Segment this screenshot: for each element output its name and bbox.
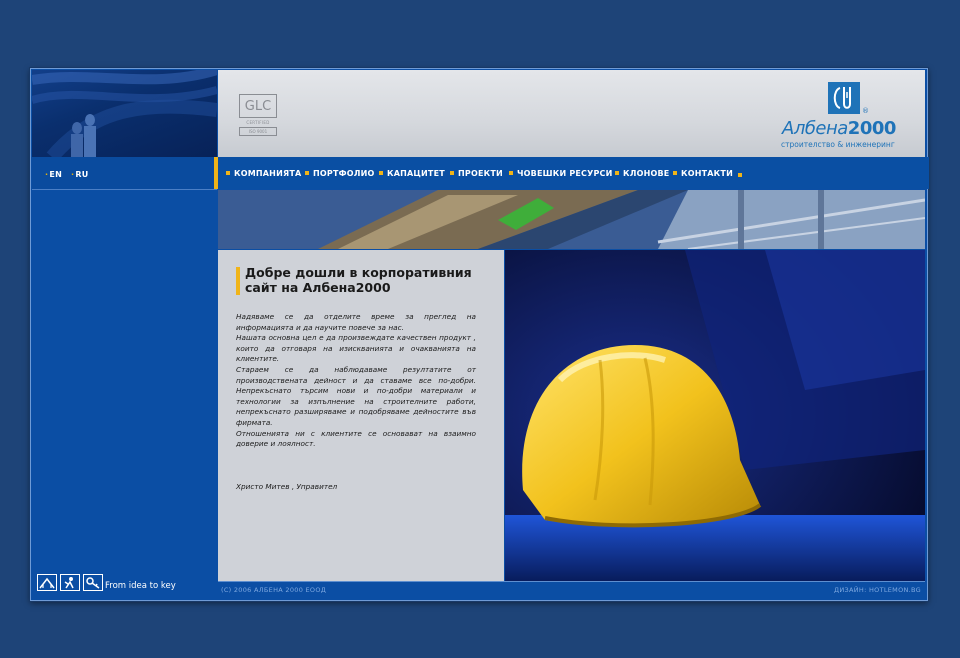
- design-credit-link[interactable]: ДИЗАЙН: HOTLEMON.BG: [834, 586, 921, 594]
- lang-ru-link[interactable]: ·RU: [71, 170, 89, 179]
- nav-item-label: КОМПАНИЯТА: [234, 169, 302, 178]
- nav-item-human-resources[interactable]: ЧОВЕШКИ РЕСУРСИ: [509, 169, 613, 178]
- glc-certified-badge: GLC CERTIFIED ISO 9001: [239, 94, 277, 138]
- nav-item-label: КАПАЦИТЕТ: [387, 169, 445, 178]
- nav-item-label: КЛОНОВЕ: [623, 169, 670, 178]
- hard-hat-image: [505, 250, 925, 581]
- site-header: GLC CERTIFIED ISO 9001 ® Албена2000 стро…: [218, 70, 925, 157]
- left-bottom-bar: From idea to key: [32, 572, 217, 598]
- site-footer: (C) 2006 АЛБЕНА 2000 ЕООД ДИЗАЙН: HOTLEM…: [218, 581, 925, 600]
- glc-label: GLC: [239, 94, 277, 118]
- logo-mark-icon: [828, 82, 860, 114]
- title-accent-bar: [236, 267, 240, 295]
- main-navigation: КОМПАНИЯТА ПОРТФОЛИО КАПАЦИТЕТ ПРОЕКТИ Ч…: [214, 157, 929, 189]
- glc-certified-label: CERTIFIED: [246, 120, 270, 125]
- nav-item-capacity[interactable]: КАПАЦИТЕТ: [379, 169, 445, 178]
- lang-ru-label: RU: [75, 170, 89, 179]
- nav-item-label: КОНТАКТИ: [681, 169, 733, 178]
- site-frame: ·EN ·RU From idea to key GLC CERTIFIED I…: [30, 68, 929, 601]
- page-title: Добре дошли в корпоративния сайт на Албе…: [245, 265, 472, 295]
- lang-en-link[interactable]: ·EN: [45, 170, 62, 179]
- company-logo[interactable]: ® Албена2000 строителство & инженеринг: [776, 80, 916, 152]
- key-icon[interactable]: [83, 574, 103, 591]
- copyright-text: (C) 2006 АЛБЕНА 2000 ЕООД: [221, 586, 327, 594]
- worker-icon[interactable]: [60, 574, 80, 591]
- intro-text: Надяваме се да отделите време за преглед…: [236, 312, 476, 450]
- lang-en-label: EN: [49, 170, 63, 179]
- logo-name: Албена2000: [782, 118, 896, 139]
- nav-item-projects[interactable]: ПРОЕКТИ: [450, 169, 503, 178]
- left-header-photo: [32, 70, 217, 157]
- nav-item-contacts[interactable]: КОНТАКТИ: [673, 169, 733, 178]
- home-icon[interactable]: [37, 574, 57, 591]
- left-sidebar: [32, 190, 217, 580]
- intro-paragraph: Отношенията ни с клиентите се основават …: [236, 428, 476, 449]
- nav-item-label: ПРОЕКТИ: [458, 169, 503, 178]
- nav-item-company[interactable]: КОМПАНИЯТА: [226, 169, 301, 178]
- nav-item-label: ПОРТФОЛИО: [313, 169, 375, 178]
- nav-item-label: ЧОВЕШКИ РЕСУРСИ: [517, 169, 613, 178]
- logo-name-left: Албена: [782, 118, 848, 139]
- intro-paragraph: Надяваме се да отделите време за преглед…: [236, 312, 476, 332]
- building-banner-image: [218, 190, 925, 249]
- intro-paragraph: Стараем се да наблюдаваме резултатите от…: [236, 364, 476, 427]
- welcome-content: Добре дошли в корпоративния сайт на Албе…: [218, 250, 504, 581]
- nav-end-marker: [738, 173, 742, 177]
- nav-item-branches[interactable]: КЛОНОВЕ: [615, 169, 669, 178]
- manager-signature: Христо Митев , Управител: [236, 482, 338, 491]
- logo-registered-mark: ®: [862, 107, 869, 115]
- logo-name-right: 2000: [847, 118, 897, 139]
- nav-item-portfolio[interactable]: ПОРТФОЛИО: [305, 169, 375, 178]
- language-bar: ·EN ·RU: [32, 157, 217, 190]
- glc-iso-label: ISO 9001: [239, 127, 277, 136]
- slogan-text: From idea to key: [105, 581, 176, 591]
- intro-paragraph: Нашата основна цел е да произвеждате кач…: [236, 333, 476, 364]
- logo-subtitle: строителство & инженеринг: [781, 140, 895, 149]
